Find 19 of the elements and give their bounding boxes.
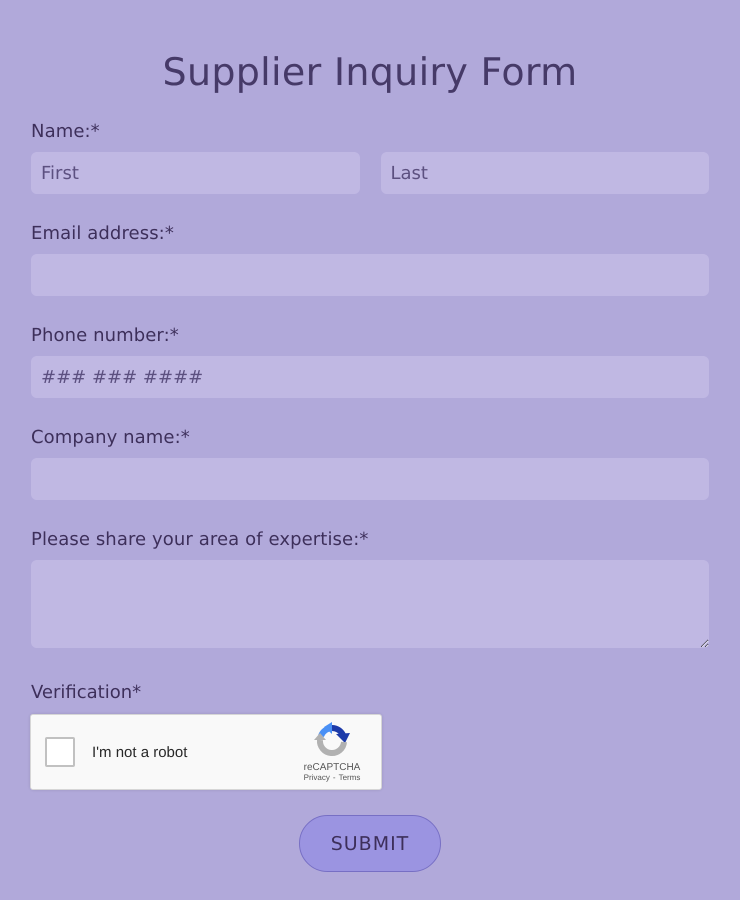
input-field[interactable]: Last — [380, 152, 709, 194]
form-title: Supplier Inquiry Form — [162, 49, 578, 95]
checkbox[interactable] — [45, 737, 75, 767]
field-label: Company name:* — [31, 427, 191, 449]
field-label: Please share your area of expertise:* — [31, 529, 370, 551]
field-label: Verification* — [31, 682, 142, 704]
link-separator: - — [332, 772, 336, 782]
text-area-field[interactable] — [31, 560, 709, 648]
submit-button[interactable]: SUBMIT — [299, 815, 441, 872]
captcha-brand-label: reCAPTCHA — [304, 762, 360, 772]
input-field[interactable]: First — [31, 152, 360, 194]
captcha-prompt: I'm not a robot — [92, 744, 188, 760]
field-label: Phone number:* — [31, 325, 180, 347]
footer-link[interactable]: Privacy — [304, 772, 330, 782]
field-label: Name:* — [31, 121, 101, 143]
input-field[interactable]: ### ### #### — [31, 356, 709, 398]
field-label: Email address:* — [31, 223, 175, 245]
footer-link[interactable]: Terms — [338, 772, 360, 782]
circular-arrows-icon — [314, 722, 350, 758]
